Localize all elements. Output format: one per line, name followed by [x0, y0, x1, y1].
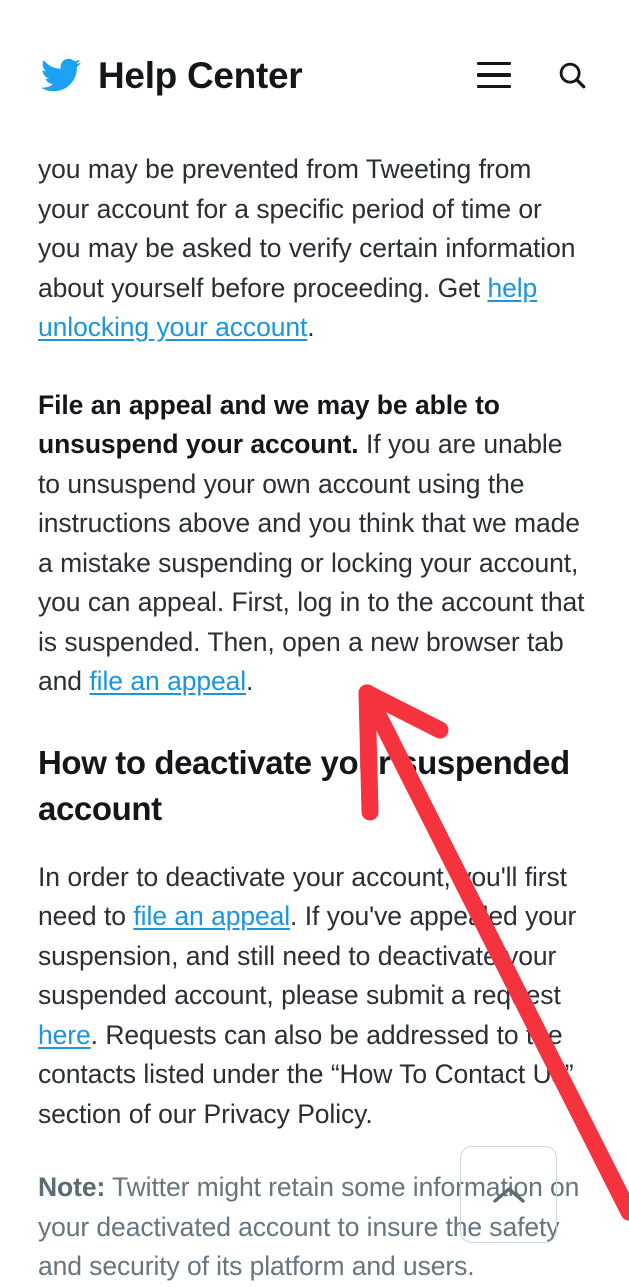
link-file-an-appeal[interactable]: file an appeal — [89, 666, 246, 696]
site-header: Help Center — [0, 0, 629, 150]
article-body: you may be prevented from Tweeting from … — [0, 150, 629, 1287]
link-file-an-appeal-secondary[interactable]: file an appeal — [133, 901, 290, 931]
twitter-bird-icon — [38, 55, 84, 95]
paragraph-text: If you are unable to unsuspend your own … — [38, 429, 585, 696]
header-actions — [477, 60, 599, 90]
scroll-to-top-button[interactable] — [460, 1146, 557, 1243]
paragraph-text-tail: . Requests can also be addressed to the … — [38, 1019, 574, 1129]
section-heading-deactivate-suspended-account: How to deactivate your suspended account — [38, 743, 570, 827]
page-title: Help Center — [98, 54, 303, 96]
hamburger-menu-icon[interactable] — [477, 62, 511, 89]
note-label: Note: — [38, 1172, 106, 1202]
chevron-up-icon — [492, 1186, 525, 1203]
paragraph-deactivate-instructions: In order to deactivate your account, you… — [38, 858, 589, 1135]
paragraph-file-an-appeal: File an appeal and we may be able to uns… — [38, 386, 589, 702]
link-here[interactable]: here — [38, 1020, 91, 1050]
brand-logo-link[interactable]: Help Center — [38, 55, 477, 95]
paragraph-text-tail: . — [307, 312, 315, 342]
paragraph-text-tail: . — [246, 666, 254, 696]
paragraph-suspension-verify: you may be prevented from Tweeting from … — [38, 150, 589, 348]
search-icon[interactable] — [557, 60, 587, 90]
